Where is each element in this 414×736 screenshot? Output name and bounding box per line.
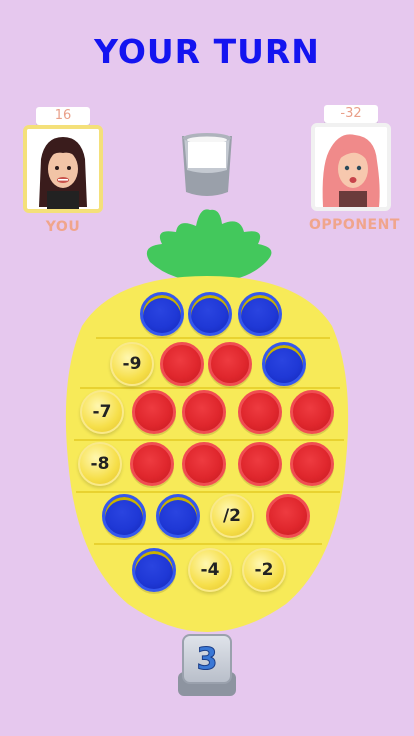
die-value: 3 [196, 641, 218, 677]
red-bubble[interactable] [182, 390, 226, 434]
blue-bubble[interactable] [132, 548, 176, 592]
pineapple-leaves [146, 209, 272, 282]
red-bubble[interactable] [182, 442, 226, 486]
red-bubble[interactable] [208, 342, 252, 386]
pineapple-board [65, 209, 349, 632]
die-icon[interactable]: 3 [178, 630, 236, 696]
number-bubble[interactable]: -4 [188, 548, 232, 592]
number-bubble[interactable]: -2 [242, 548, 286, 592]
red-bubble[interactable] [290, 390, 334, 434]
blue-bubble[interactable] [262, 342, 306, 386]
blue-bubble[interactable] [102, 494, 146, 538]
blue-bubble[interactable] [188, 292, 232, 336]
die-face: 3 [182, 634, 232, 684]
red-bubble[interactable] [266, 494, 310, 538]
number-bubble[interactable]: -7 [80, 390, 124, 434]
number-bubble[interactable]: -9 [110, 342, 154, 386]
number-bubble[interactable]: /2 [210, 494, 254, 538]
red-bubble[interactable] [238, 442, 282, 486]
red-bubble[interactable] [130, 442, 174, 486]
blue-bubble[interactable] [156, 494, 200, 538]
red-bubble[interactable] [132, 390, 176, 434]
red-bubble[interactable] [290, 442, 334, 486]
red-bubble[interactable] [160, 342, 204, 386]
red-bubble[interactable] [238, 390, 282, 434]
number-bubble[interactable]: -8 [78, 442, 122, 486]
blue-bubble[interactable] [238, 292, 282, 336]
blue-bubble[interactable] [140, 292, 184, 336]
